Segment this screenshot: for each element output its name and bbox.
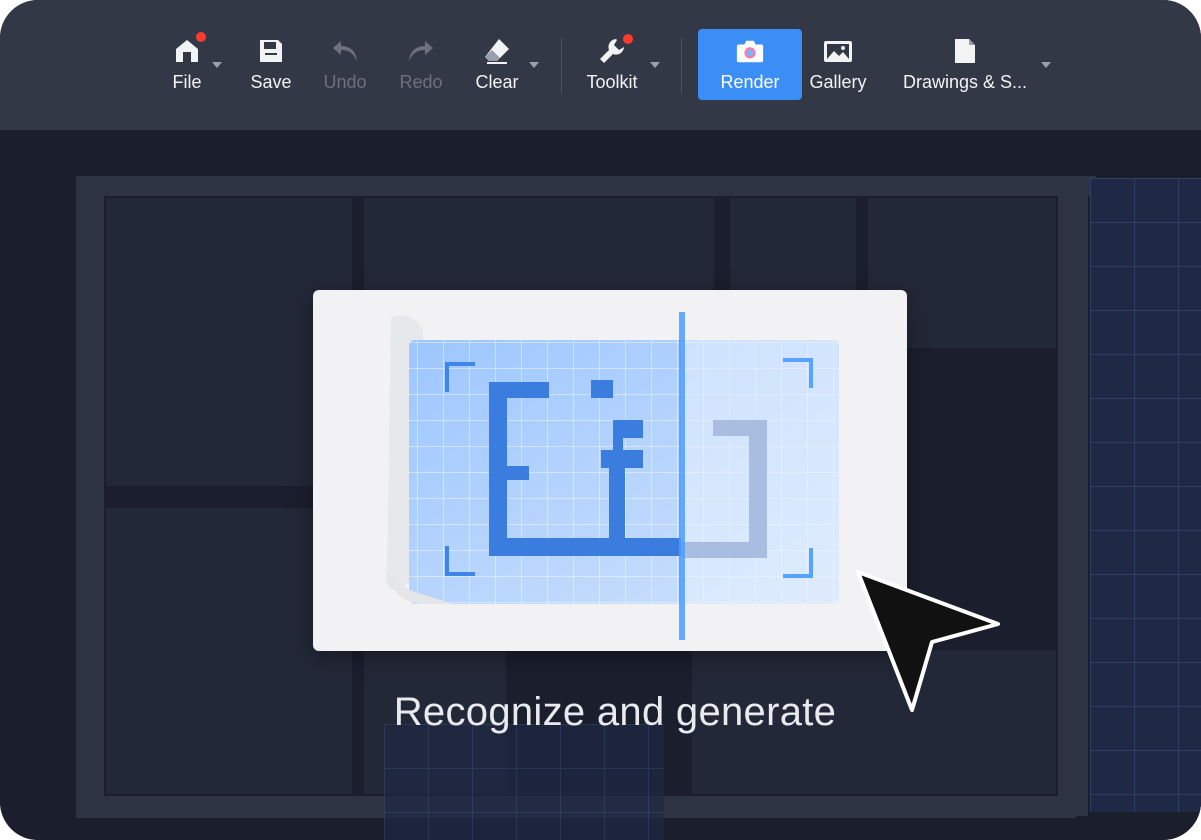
render-button[interactable]: Render xyxy=(720,30,780,100)
drawings-label: Drawings & S... xyxy=(902,72,1028,92)
save-button[interactable]: Save xyxy=(250,30,292,100)
toolkit-label: Toolkit xyxy=(586,72,638,92)
toolbar-divider xyxy=(561,38,562,94)
floorplan-tiled-area xyxy=(384,724,664,840)
notification-badge xyxy=(623,34,633,44)
toolkit-dropdown-caret-icon[interactable] xyxy=(650,62,660,68)
top-toolbar: File Save Undo Redo Clear Toolkit Render… xyxy=(0,0,1201,130)
redo-label: Redo xyxy=(399,72,443,92)
undo-label: Undo xyxy=(323,72,367,92)
clear-dropdown-caret-icon[interactable] xyxy=(529,62,539,68)
wrench-icon xyxy=(597,34,633,66)
recognize-caption: Recognize and generate xyxy=(393,690,837,734)
notification-badge xyxy=(196,32,206,42)
clear-button[interactable]: Clear xyxy=(474,30,520,100)
camera-icon xyxy=(735,36,765,66)
undo-button[interactable]: Undo xyxy=(322,30,368,100)
document-icon xyxy=(950,36,980,66)
gallery-label: Gallery xyxy=(809,72,867,92)
eraser-icon xyxy=(482,36,512,66)
gallery-button[interactable]: Gallery xyxy=(808,30,868,100)
undo-icon xyxy=(330,36,360,66)
drawings-button[interactable]: Drawings & S... xyxy=(897,30,1033,100)
save-icon xyxy=(256,36,286,66)
file-dropdown-caret-icon[interactable] xyxy=(212,62,222,68)
redo-button[interactable]: Redo xyxy=(399,30,443,100)
floorplan-wall xyxy=(76,176,1096,196)
drawings-dropdown-caret-icon[interactable] xyxy=(1041,62,1051,68)
file-button[interactable]: File xyxy=(168,30,206,100)
toolkit-button[interactable]: Toolkit xyxy=(583,30,641,100)
home-icon xyxy=(172,32,206,66)
redo-icon xyxy=(406,36,436,66)
file-label: File xyxy=(172,72,202,92)
image-icon xyxy=(823,36,853,66)
save-label: Save xyxy=(250,72,292,92)
render-label: Render xyxy=(720,72,780,92)
app-window: File Save Undo Redo Clear Toolkit Render… xyxy=(0,0,1201,840)
blueprint-recognition-icon xyxy=(385,312,839,640)
blueprint-recognition-card xyxy=(313,290,907,651)
clear-label: Clear xyxy=(475,72,519,92)
toolbar-divider xyxy=(681,38,682,94)
